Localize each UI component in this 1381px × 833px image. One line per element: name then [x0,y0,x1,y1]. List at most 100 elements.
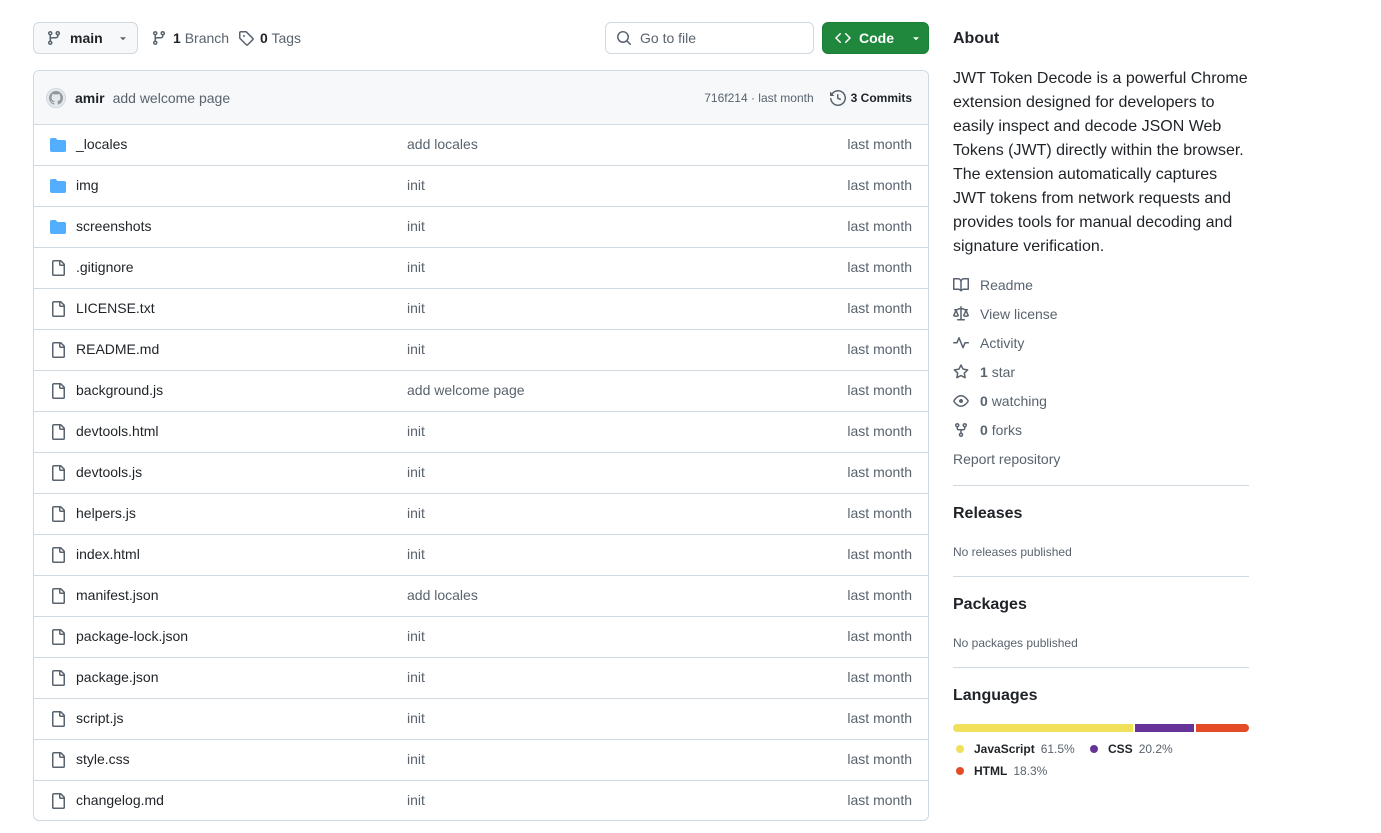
releases-heading[interactable]: Releases [953,505,1022,523]
chevron-down-icon [117,32,129,44]
file-commit-message-link[interactable]: init [407,177,425,193]
file-name-link[interactable]: devtools.html [76,423,158,439]
file-commit-message-link[interactable]: init [407,341,425,357]
file-commit-message-link[interactable]: init [407,464,425,480]
file-name-link[interactable]: package-lock.json [76,628,188,644]
file-icon [50,547,66,563]
pulse-icon [953,335,969,351]
file-commit-message-link[interactable]: init [407,792,425,808]
file-name-link[interactable]: index.html [76,546,140,562]
file-icon [50,424,66,440]
branch-selector-button[interactable]: main [33,22,138,54]
stars-count: 1 [980,364,988,380]
activity-link[interactable]: Activity [953,333,1024,353]
file-commit-time: last month [847,669,912,685]
language-bar-segment-javascript[interactable] [953,724,1133,732]
file-commit-message-link[interactable]: add locales [407,587,478,603]
file-name-link[interactable]: LICENSE.txt [76,300,155,316]
table-row[interactable]: changelog.md init last month [34,781,928,820]
go-to-file-placeholder: Go to file [640,30,697,46]
file-commit-message-link[interactable]: init [407,546,425,562]
file-commit-message-link[interactable]: init [407,751,425,767]
table-row[interactable]: devtools.js init last month [34,453,928,494]
table-row[interactable]: devtools.html init last month [34,412,928,453]
language-item-html[interactable]: HTML 18.3% [956,764,1047,778]
commit-message-link[interactable]: add welcome page [113,90,231,106]
go-to-file-input[interactable]: Go to file [605,22,814,54]
file-commit-time: last month [847,300,912,316]
file-commit-message-link[interactable]: init [407,669,425,685]
branches-count: 1 [173,30,181,46]
packages-heading[interactable]: Packages [953,596,1027,614]
language-dot-css [1090,745,1098,753]
file-name-link[interactable]: script.js [76,710,123,726]
watching-count: 0 [980,393,988,409]
tags-link[interactable]: 0 Tags [238,22,301,54]
table-row[interactable]: helpers.js init last month [34,494,928,535]
table-row[interactable]: .gitignore init last month [34,248,928,289]
file-icon [50,629,66,645]
file-name-link[interactable]: style.css [76,751,130,767]
file-commit-message-link[interactable]: init [407,218,425,234]
git-branch-icon [46,30,62,46]
file-commit-time: last month [847,341,912,357]
table-row[interactable]: background.js add welcome page last month [34,371,928,412]
table-row[interactable]: README.md init last month [34,330,928,371]
file-name-link[interactable]: README.md [76,341,159,357]
commits-history-link[interactable]: 3 Commits [829,90,912,106]
table-row[interactable]: index.html init last month [34,535,928,576]
file-commit-message-link[interactable]: init [407,628,425,644]
table-row[interactable]: img init last month [34,166,928,207]
file-commit-time: last month [847,464,912,480]
file-commit-message-link[interactable]: init [407,505,425,521]
code-button[interactable]: Code [822,22,929,54]
language-item-javascript[interactable]: JavaScript 61.5% [956,742,1075,756]
license-link[interactable]: View license [953,304,1058,324]
file-name-link[interactable]: helpers.js [76,505,136,521]
language-name: JavaScript [974,742,1035,756]
languages-heading: Languages [953,687,1038,704]
file-commit-message-link[interactable]: init [407,710,425,726]
file-name-link[interactable]: background.js [76,382,163,398]
avatar[interactable] [46,87,66,108]
about-description: JWT Token Decode is a powerful Chrome ex… [953,70,1248,255]
language-bar-segment-html[interactable] [1195,724,1249,732]
language-bar-segment-css[interactable] [1134,724,1194,732]
commit-author-link[interactable]: amir [75,90,105,106]
table-row[interactable]: screenshots init last month [34,207,928,248]
file-icon [50,465,66,481]
file-name-link[interactable]: manifest.json [76,587,158,603]
file-name-link[interactable]: screenshots [76,218,151,234]
table-row[interactable]: manifest.json add locales last month [34,576,928,617]
table-row[interactable]: style.css init last month [34,740,928,781]
table-row[interactable]: LICENSE.txt init last month [34,289,928,330]
forks-link[interactable]: 0 forks [953,420,1022,440]
table-row[interactable]: script.js init last month [34,699,928,740]
stars-link[interactable]: 1 star [953,362,1015,382]
language-item-css[interactable]: CSS 20.2% [1090,742,1173,756]
file-commit-message-link[interactable]: add locales [407,136,478,152]
readme-link[interactable]: Readme [953,275,1033,295]
table-row[interactable]: package.json init last month [34,658,928,699]
file-commit-message-link[interactable]: add welcome page [407,382,525,398]
file-commit-message-link[interactable]: init [407,300,425,316]
commit-hash-time[interactable]: 716f214 · last month [704,91,813,105]
file-commit-message-link[interactable]: init [407,423,425,439]
report-repository-link[interactable]: Report repository [953,449,1060,469]
file-commit-message-link[interactable]: init [407,259,425,275]
file-name-link[interactable]: changelog.md [76,792,164,808]
sidebar-divider [953,485,1249,486]
file-name-link[interactable]: devtools.js [76,464,142,480]
table-row[interactable]: _locales add locales last month [34,125,928,166]
file-name-link[interactable]: package.json [76,669,159,685]
table-row[interactable]: package-lock.json init last month [34,617,928,658]
watchers-link[interactable]: 0 watching [953,391,1047,411]
code-button-label: Code [859,30,894,46]
file-name-link[interactable]: img [76,177,99,193]
commits-count-label: 3 Commits [850,91,912,105]
branches-link[interactable]: 1 Branch [151,22,229,54]
file-name-link[interactable]: _locales [76,136,127,152]
star-icon [953,364,969,380]
file-name-link[interactable]: .gitignore [76,259,134,275]
file-commit-time: last month [847,628,912,644]
